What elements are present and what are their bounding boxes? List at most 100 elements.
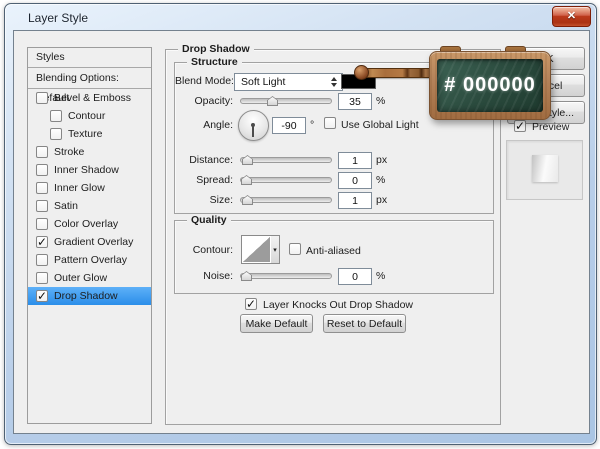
use-global-light-label: Use Global Light — [341, 119, 419, 131]
sidebar-item-label: Satin — [54, 200, 78, 212]
size-unit: px — [376, 194, 387, 206]
sidebar-item-label: Contour — [68, 110, 105, 122]
noise-unit: % — [376, 270, 385, 282]
contour-dropdown-arrow-icon[interactable]: ▾ — [271, 235, 280, 264]
checkbox-icon[interactable] — [36, 92, 48, 104]
hex-color-value: # 000000 — [444, 74, 535, 97]
spread-label: Spread: — [175, 174, 233, 186]
sidebar-item-label: Inner Glow — [54, 182, 105, 194]
sidebar-item-label: Texture — [68, 128, 102, 140]
noise-input[interactable]: 0 — [338, 268, 372, 285]
sidebar-style-list: Bevel & Emboss Contour Texture Stroke In… — [28, 89, 151, 305]
sidebar-item-inner-glow[interactable]: Inner Glow — [28, 179, 151, 197]
sidebar-item-label: Gradient Overlay — [54, 236, 133, 248]
styles-sidebar: Styles Blending Options: Default Bevel &… — [27, 47, 152, 424]
blend-mode-value: Soft Light — [241, 76, 285, 88]
distance-label: Distance: — [175, 154, 233, 166]
sidebar-item-drop-shadow[interactable]: ✓Drop Shadow — [28, 287, 151, 305]
angle-hub — [251, 123, 255, 127]
panel-title: Drop Shadow — [178, 43, 254, 55]
structure-group-title: Structure — [187, 56, 242, 68]
blend-mode-label: Blend Mode: — [175, 75, 233, 87]
anti-aliased-checkbox[interactable] — [289, 243, 301, 255]
checkbox-icon[interactable] — [36, 200, 48, 212]
preview-checkbox[interactable]: ✓ — [514, 120, 526, 132]
quality-group: Quality Contour: ▾ Anti-aliased Noise: 0… — [174, 220, 494, 294]
reset-to-default-button[interactable]: Reset to Default — [323, 314, 406, 333]
noise-label: Noise: — [175, 270, 233, 282]
sidebar-item-label: Inner Shadow — [54, 164, 119, 176]
sidebar-item-contour[interactable]: Contour — [28, 107, 151, 125]
sidebar-item-label: Color Overlay — [54, 218, 118, 230]
spread-slider[interactable] — [240, 177, 332, 183]
pointer-stick — [363, 68, 435, 78]
checkbox-icon[interactable] — [50, 128, 62, 140]
contour-picker: ▾ — [241, 235, 279, 262]
opacity-slider[interactable] — [240, 98, 332, 104]
opacity-input[interactable]: 35 — [338, 93, 372, 110]
checkbox-icon[interactable] — [50, 110, 62, 122]
close-button[interactable]: ✕ — [552, 6, 591, 27]
layer-knockout-label: Layer Knocks Out Drop Shadow — [263, 299, 413, 311]
close-icon: ✕ — [567, 8, 576, 25]
layer-knockout-checkbox[interactable]: ✓ — [245, 298, 257, 310]
sidebar-item-stroke[interactable]: Stroke — [28, 143, 151, 161]
checkbox-icon[interactable] — [36, 218, 48, 230]
spread-input[interactable]: 0 — [338, 172, 372, 189]
distance-slider-thumb[interactable] — [242, 155, 253, 165]
angle-label: Angle: — [175, 119, 233, 131]
opacity-slider-thumb[interactable] — [267, 96, 278, 106]
checkbox-icon[interactable] — [36, 182, 48, 194]
chalkboard-color-callout: # 000000 — [429, 51, 551, 120]
contour-label: Contour: — [175, 244, 233, 256]
sidebar-item-inner-shadow[interactable]: Inner Shadow — [28, 161, 151, 179]
checkbox-icon[interactable]: ✓ — [36, 236, 48, 248]
angle-input[interactable]: -90 — [272, 117, 306, 134]
make-default-button[interactable]: Make Default — [240, 314, 313, 333]
blend-mode-select[interactable]: Soft Light — [234, 73, 343, 91]
checkbox-icon[interactable]: ✓ — [36, 290, 48, 302]
angle-dial[interactable] — [238, 110, 269, 141]
size-label: Size: — [175, 194, 233, 206]
size-input[interactable]: 1 — [338, 192, 372, 209]
chalkboard-surface: # 000000 — [437, 59, 543, 112]
preview-thumbnail-box — [506, 140, 583, 200]
size-slider[interactable] — [240, 197, 332, 203]
distance-unit: px — [376, 154, 387, 166]
preview-style-swatch — [532, 155, 558, 182]
size-slider-thumb[interactable] — [242, 195, 253, 205]
checkbox-icon[interactable] — [36, 272, 48, 284]
pointer-stick-ball — [354, 65, 369, 80]
sidebar-item-label: Outer Glow — [54, 272, 107, 284]
window-title: Layer Style — [28, 11, 88, 25]
sidebar-item-label: Pattern Overlay — [54, 254, 127, 266]
sidebar-item-color-overlay[interactable]: Color Overlay — [28, 215, 151, 233]
sidebar-item-pattern-overlay[interactable]: Pattern Overlay — [28, 251, 151, 269]
contour-thumbnail[interactable] — [241, 235, 272, 264]
distance-input[interactable]: 1 — [338, 152, 372, 169]
quality-group-title: Quality — [187, 214, 231, 226]
noise-slider-thumb[interactable] — [241, 271, 252, 281]
combo-arrows-icon — [331, 77, 337, 87]
opacity-label: Opacity: — [175, 95, 233, 107]
checkbox-icon[interactable] — [36, 254, 48, 266]
noise-slider[interactable] — [240, 273, 332, 279]
checkbox-icon[interactable] — [36, 164, 48, 176]
sidebar-header: Styles — [28, 48, 151, 68]
checkbox-icon[interactable] — [36, 146, 48, 158]
sidebar-item-bevel-emboss[interactable]: Bevel & Emboss — [28, 89, 151, 107]
use-global-light-checkbox[interactable] — [324, 117, 336, 129]
sidebar-item-blending-options[interactable]: Blending Options: Default — [28, 68, 151, 89]
sidebar-item-label: Bevel & Emboss — [54, 92, 131, 104]
sidebar-item-texture[interactable]: Texture — [28, 125, 151, 143]
anti-aliased-label: Anti-aliased — [306, 245, 361, 257]
opacity-unit: % — [376, 95, 385, 107]
spread-slider-thumb[interactable] — [241, 175, 252, 185]
sidebar-item-label: Stroke — [54, 146, 84, 158]
sidebar-item-gradient-overlay[interactable]: ✓ Gradient Overlay — [28, 233, 151, 251]
screenshot-stage: Layer Style ✕ Styles Blending Options: D… — [0, 0, 600, 449]
distance-slider[interactable] — [240, 157, 332, 163]
sidebar-item-satin[interactable]: Satin — [28, 197, 151, 215]
sidebar-item-outer-glow[interactable]: Outer Glow — [28, 269, 151, 287]
preview-label: Preview — [532, 121, 569, 133]
